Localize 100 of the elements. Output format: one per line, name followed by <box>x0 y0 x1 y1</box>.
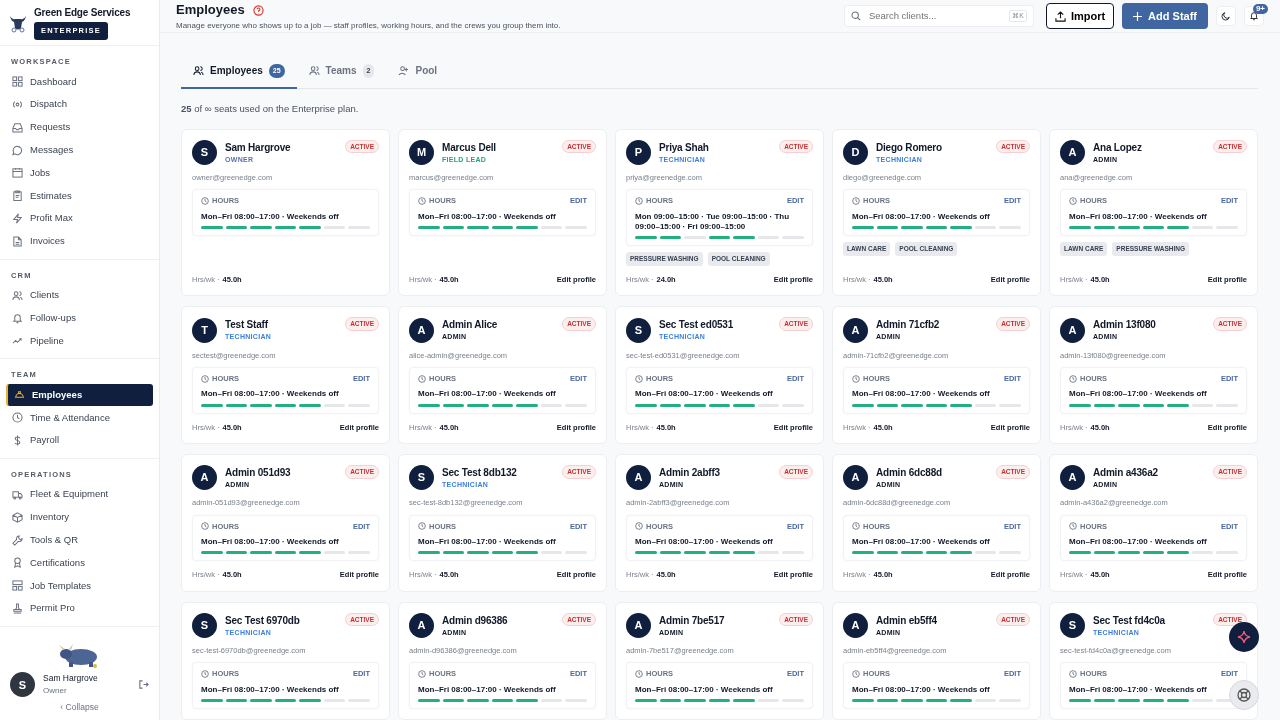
sidebar-item[interactable]: Tools & QR <box>6 528 153 552</box>
clock-icon <box>201 196 209 205</box>
avatar: A <box>1060 465 1085 491</box>
avatar: A <box>626 612 651 638</box>
sidebar-item[interactable]: Dashboard <box>6 70 153 94</box>
sidebar-item[interactable]: Employees <box>6 383 153 407</box>
sidebar-item[interactable]: Permit Pro <box>6 597 153 620</box>
sidebar-item[interactable]: Certifications <box>6 551 153 575</box>
sidebar-item[interactable]: Job Templates <box>6 574 153 598</box>
employee-name: Test Staff <box>225 318 269 333</box>
sidebar-item[interactable]: Requests <box>6 115 153 139</box>
clock-icon <box>1069 196 1077 205</box>
user-role: Owner <box>43 685 68 698</box>
employee-name: Admin d96386 <box>442 613 508 628</box>
grid-icon <box>12 76 23 88</box>
hours-schedule: Mon–Fri 08:00–17:00 · Weekends off <box>418 389 557 400</box>
sidebar-item[interactable]: Payroll <box>6 429 153 452</box>
avatar: S <box>1060 612 1085 638</box>
avatar: T <box>192 317 217 343</box>
clock-icon <box>418 522 426 531</box>
truck-icon <box>12 489 23 501</box>
clock-icon <box>852 522 860 531</box>
employee-name: Admin 051d93 <box>225 465 291 480</box>
clock-icon <box>201 670 209 678</box>
clock-icon <box>12 412 23 424</box>
avatar: A <box>409 317 434 343</box>
clock-icon <box>418 374 426 383</box>
sidebar-item[interactable]: Fleet & Equipment <box>6 483 153 506</box>
sidebar-item[interactable]: Time & Attendance <box>6 406 153 430</box>
sidebar-item[interactable]: Follow-ups <box>6 306 153 330</box>
sidebar-item[interactable]: Pipeline <box>6 329 153 353</box>
page-title: Employees <box>176 1 245 20</box>
employee-name: Sec Test fd4c0a <box>1093 613 1165 628</box>
hours-schedule: Mon–Fri 08:00–17:00 · Weekends off <box>635 536 774 548</box>
dollar-icon <box>12 435 23 446</box>
clock-icon <box>201 374 209 383</box>
broadcast-icon <box>12 98 23 110</box>
employee-name: Sam Hargrove <box>225 140 291 155</box>
hours-schedule: Mon–Fri 08:00–17:00 · Weekends off <box>201 684 340 695</box>
hours-schedule: Mon–Fri 08:00–17:00 · Weekends off <box>201 211 340 222</box>
sidebar-item[interactable]: Invoices <box>6 229 153 253</box>
employee-name: Sec Test 6970db <box>225 613 300 628</box>
plus-icon <box>1133 11 1143 21</box>
avatar: A <box>1060 139 1085 165</box>
clock-icon <box>418 196 426 205</box>
bell-icon <box>12 312 23 324</box>
calendar-icon <box>12 167 23 179</box>
employee-name: Admin 7be517 <box>659 613 725 628</box>
hours-schedule: Mon 09:00–15:00 · Tue 09:00–15:00 · Thu 09:00–15:00 · Fri 09:00–15:00 <box>635 211 791 233</box>
bell-icon <box>1249 11 1259 22</box>
sidebar-item[interactable]: Dispatch <box>6 93 153 116</box>
sidebar-item[interactable]: Messages <box>6 138 153 162</box>
clock-icon <box>635 670 643 678</box>
hours-schedule: Mon–Fri 08:00–17:00 · Weekends off <box>201 389 340 400</box>
logout-icon[interactable] <box>138 679 149 691</box>
wrench-icon <box>12 534 23 546</box>
page-subtitle: Manage everyone who shows up to a job — staff profiles, working hours, and the crews you group them into. <box>176 19 561 32</box>
import-button[interactable]: Import <box>1045 3 1115 30</box>
avatar: A <box>843 317 868 343</box>
employee-name: Admin Alice <box>442 318 498 333</box>
help-icon[interactable] <box>252 4 264 16</box>
avatar: M <box>409 139 434 165</box>
chat-icon <box>12 144 23 156</box>
search-input[interactable]: Search clients... <box>866 8 1004 25</box>
template-icon <box>12 580 23 592</box>
avatar: S <box>192 139 217 165</box>
sidebar-item[interactable]: Inventory <box>6 505 153 529</box>
hours-schedule: Mon–Fri 08:00–17:00 · Weekends off <box>852 211 991 222</box>
employee-name: Admin 13f080 <box>1093 318 1156 333</box>
lightning-icon <box>12 212 23 224</box>
box-icon <box>12 511 23 523</box>
clock-icon <box>1069 522 1077 531</box>
hours-schedule: Mon–Fri 08:00–17:00 · Weekends off <box>635 684 774 695</box>
employee-name: Sec Test 8db132 <box>442 465 517 480</box>
sidebar-item[interactable]: Jobs <box>6 161 153 185</box>
sidebar-item[interactable]: Estimates <box>6 184 153 208</box>
add-staff-button[interactable]: Add Staff <box>1122 3 1208 30</box>
avatar: A <box>843 465 868 491</box>
tab[interactable]: Pool <box>386 57 450 90</box>
hours-schedule: Mon–Fri 08:00–17:00 · Weekends off <box>418 536 557 548</box>
employee-name: Diego Romero <box>876 140 942 155</box>
moon-icon <box>1221 11 1231 22</box>
clock-icon <box>635 196 643 205</box>
avatar: A <box>192 465 217 491</box>
clock-icon <box>635 522 643 531</box>
hours-schedule: Mon–Fri 08:00–17:00 · Weekends off <box>418 211 557 222</box>
hours-schedule: Mon–Fri 08:00–17:00 · Weekends off <box>852 684 991 695</box>
trend-icon <box>12 335 23 347</box>
stamp-icon <box>12 603 23 615</box>
clock-icon <box>1069 670 1077 678</box>
theme-toggle[interactable] <box>1216 6 1236 27</box>
notifications-button[interactable] <box>1244 6 1264 27</box>
people-icon <box>308 65 320 77</box>
seats-summary: 25 of ∞ seats used on the Enterprise plan. <box>181 102 360 117</box>
employee-name: Admin 2abff3 <box>659 465 720 480</box>
sidebar-item[interactable]: Clients <box>6 283 153 307</box>
sidebar-item[interactable]: Profit Max <box>6 207 153 230</box>
collapse-button[interactable]: ‹ Collapse <box>60 701 99 714</box>
employee-name: Admin a436a2 <box>1093 465 1158 480</box>
upload-icon <box>1054 10 1066 22</box>
